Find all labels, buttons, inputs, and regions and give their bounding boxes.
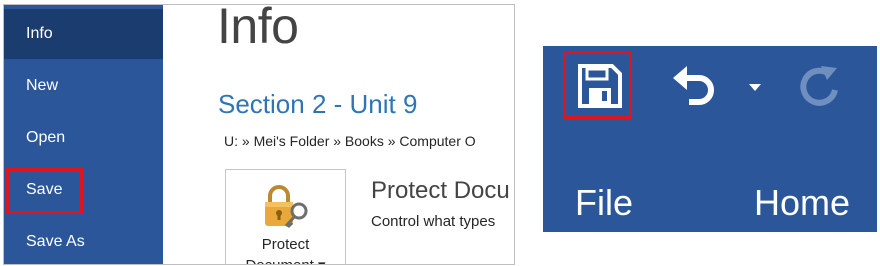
protect-document-button[interactable]: Protect Document ▾ [225, 169, 346, 264]
protect-button-label-line2: Document ▾ [226, 256, 345, 264]
protect-document-description: Control what types [371, 213, 496, 230]
nav-item-open[interactable]: Open [4, 113, 163, 163]
lock-icon [265, 185, 308, 229]
save-icon [578, 64, 622, 108]
redo-icon [800, 66, 838, 106]
backstage-content: Info Section 2 - Unit 9 U: » Mei's Folde… [163, 5, 514, 264]
nav-item-new[interactable]: New [4, 61, 163, 111]
protect-button-label-line1: Protect [261, 236, 310, 253]
ribbon: File Home [543, 46, 877, 232]
redo-button[interactable] [795, 62, 847, 114]
undo-button[interactable] [669, 62, 721, 114]
save-button[interactable] [572, 56, 626, 114]
protect-document-heading: Protect Docu [371, 177, 510, 204]
backstage-nav: Info New Open Save Save As [4, 5, 163, 264]
undo-dropdown-button[interactable] [746, 80, 764, 94]
nav-item-info[interactable]: Info [4, 9, 163, 59]
document-title: Section 2 - Unit 9 [218, 89, 418, 119]
chevron-down-icon [749, 84, 761, 91]
nav-item-save-as[interactable]: Save As [4, 217, 163, 264]
tab-file[interactable]: File [575, 182, 633, 224]
undo-icon [673, 66, 714, 105]
page-title: Info [217, 4, 299, 54]
backstage-view: Info New Open Save Save As Info Section … [3, 4, 515, 265]
nav-item-save[interactable]: Save [4, 165, 163, 215]
document-path-breadcrumb[interactable]: U: » Mei's Folder » Books » Computer O [224, 133, 476, 149]
tab-home[interactable]: Home [754, 182, 850, 224]
